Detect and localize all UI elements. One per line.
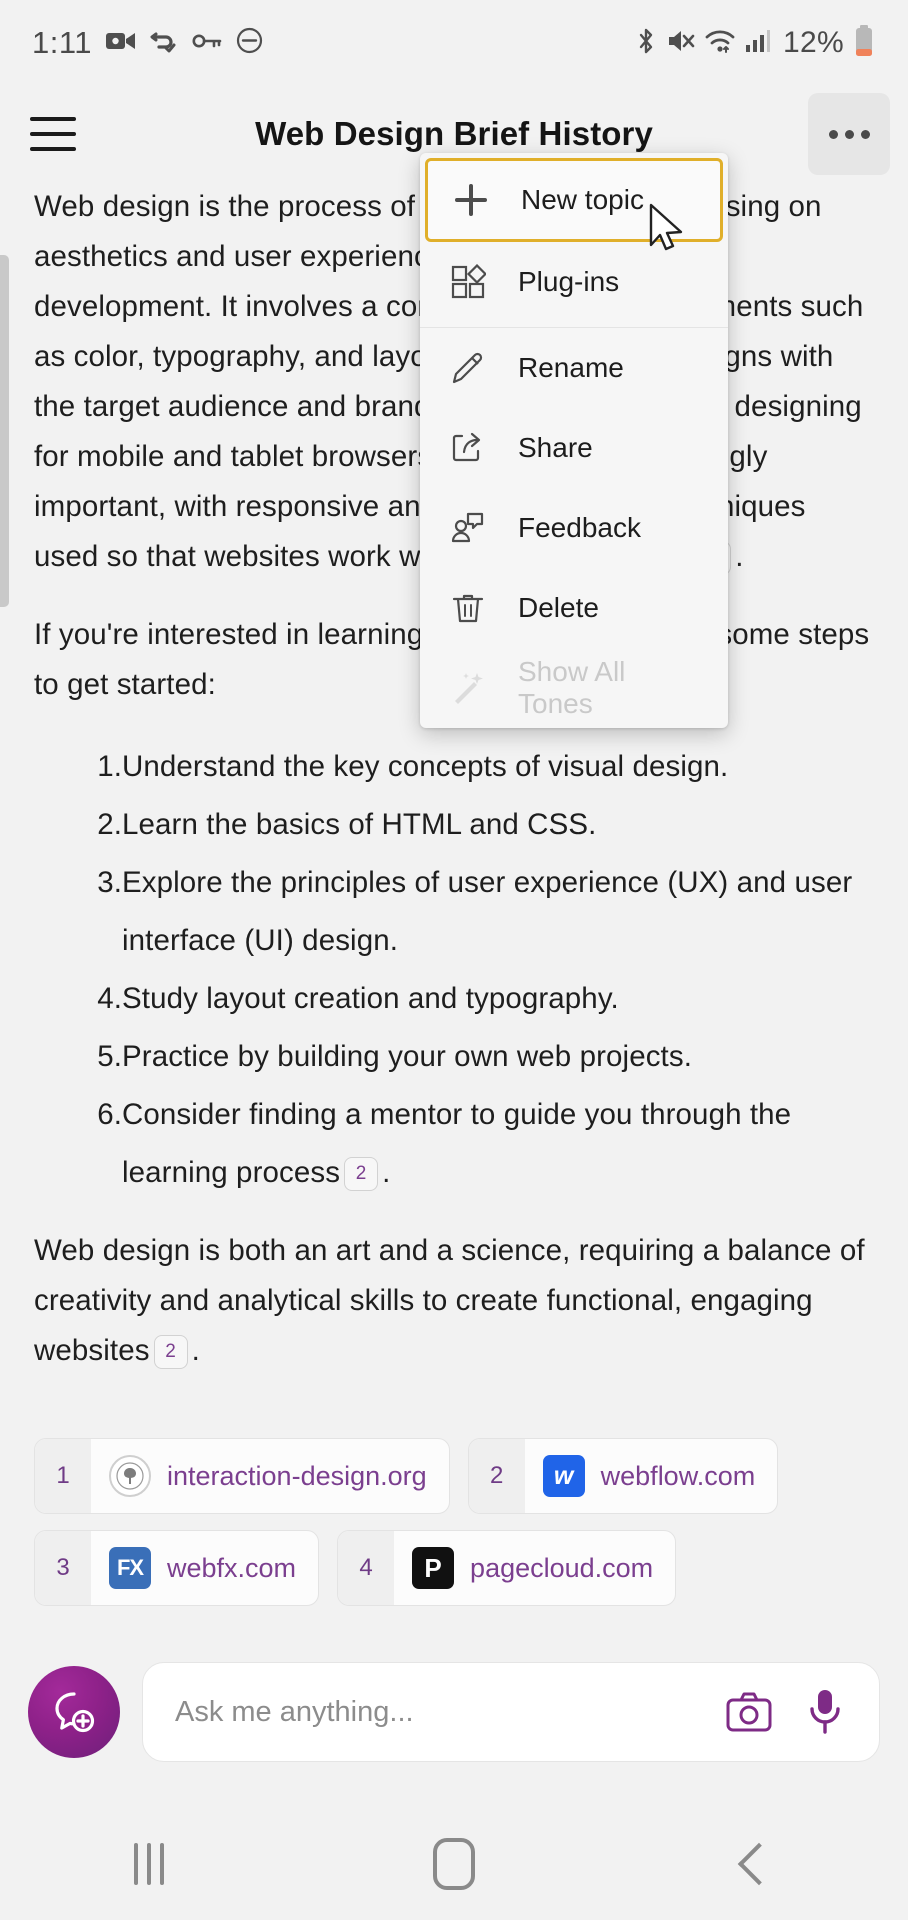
list-item: 2. Learn the basics of HTML and CSS. (34, 796, 874, 854)
list-item-text: Study layout creation and typography. (122, 982, 619, 1015)
sources-list: 1 interaction-design.org 2 w webflow.com… (34, 1438, 874, 1606)
pencil-icon (444, 344, 492, 392)
list-item-text: Explore the principles of user experienc… (122, 866, 853, 957)
system-nav-bar (0, 1808, 908, 1920)
feedback-icon (444, 504, 492, 552)
menu-item-label: Feedback (518, 512, 641, 543)
list-item: 5. Practice by building your own web pro… (34, 1028, 874, 1086)
cellular-signal-icon (745, 29, 771, 58)
list-item-number: 6. (97, 1098, 122, 1131)
list-item-number: 3. (97, 866, 122, 899)
tree-seal-icon (109, 1455, 151, 1497)
list-item-number: 2. (97, 808, 122, 841)
recents-icon[interactable] (134, 1843, 165, 1885)
menu-item-feedback[interactable]: Feedback (420, 488, 728, 568)
mouse-cursor (648, 203, 688, 262)
menu-item-label: Plug-ins (518, 266, 620, 297)
home-icon[interactable] (432, 1838, 475, 1890)
source-chip[interactable]: 2 w webflow.com (467, 1438, 779, 1514)
status-time: 1:11 (32, 25, 93, 60)
magic-wand-icon (444, 664, 492, 712)
dnd-icon (236, 27, 263, 59)
menu-item-label: Delete (518, 592, 599, 623)
menu-item-share[interactable]: Share (420, 408, 728, 488)
citation-badge[interactable]: 2 (344, 1157, 379, 1191)
key-icon (192, 32, 222, 55)
source-label: webfx.com (167, 1552, 297, 1583)
menu-item-label: New topic (521, 184, 644, 215)
plus-icon (447, 176, 495, 224)
list-item-text: Learn the basics of HTML and CSS. (122, 808, 597, 841)
menu-item-label: Show All Tones (518, 656, 626, 719)
camcorder-icon (106, 30, 136, 57)
back-icon[interactable] (737, 1842, 780, 1886)
source-chip[interactable]: 4 P pagecloud.com (337, 1530, 677, 1606)
list-item-number: 5. (97, 1040, 122, 1073)
menu-item-show-all-tones: Show All Tones (420, 648, 728, 728)
source-number: 1 (35, 1439, 91, 1513)
menu-item-delete[interactable]: Delete (420, 568, 728, 648)
source-body: FX webfx.com (91, 1531, 318, 1605)
new-chat-bubble-plus-icon[interactable] (28, 1666, 120, 1758)
battery-percent: 12% (783, 26, 844, 59)
pagecloud-icon: P (412, 1547, 455, 1589)
source-body: P pagecloud.com (394, 1531, 675, 1605)
mute-icon (667, 28, 695, 59)
source-body: w webflow.com (525, 1439, 778, 1513)
ask-input-wrapper[interactable] (142, 1662, 880, 1762)
webfx-icon: FX (109, 1547, 151, 1589)
wifi-icon (705, 28, 735, 59)
paragraph-3: Web design is both an art and a science,… (34, 1234, 865, 1369)
list-item: 1. Understand the key concepts of visual… (34, 738, 874, 796)
source-label: webflow.com (600, 1460, 756, 1491)
list-item-text: Understand the key concepts of visual de… (122, 750, 729, 783)
menu-item-label: Rename (518, 352, 624, 383)
webflow-icon: w (542, 1455, 585, 1497)
share-icon (444, 424, 492, 472)
microphone-icon[interactable] (797, 1684, 853, 1740)
vpn-key-sync-icon (150, 29, 178, 58)
search-input[interactable] (175, 1695, 701, 1729)
list-item-text: Practice by building your own web projec… (122, 1040, 692, 1073)
phone-screen: 1:11 12% Web Design Brief History Web de… (0, 0, 908, 1920)
source-label: pagecloud.com (470, 1552, 654, 1583)
trash-icon (444, 584, 492, 632)
source-number: 4 (338, 1531, 395, 1605)
list-item-text: Consider finding a mentor to guide you t… (122, 1098, 792, 1189)
plugins-icon (444, 258, 492, 306)
source-body: interaction-design.org (91, 1439, 449, 1513)
list-item-number: 1. (97, 750, 122, 783)
more-options-icon[interactable] (808, 93, 890, 175)
source-chip[interactable]: 3 FX webfx.com (34, 1530, 320, 1606)
list-item: 3. Explore the principles of user experi… (34, 854, 874, 970)
list-item-number: 4. (97, 982, 122, 1015)
menu-item-label: Share (518, 432, 593, 463)
camera-icon[interactable] (721, 1684, 777, 1740)
source-number: 2 (468, 1439, 525, 1513)
source-chip[interactable]: 1 interaction-design.org (34, 1438, 450, 1514)
list-item: 4. Study layout creation and typography. (34, 970, 874, 1028)
status-bar: 1:11 12% (0, 0, 908, 86)
list-item: 6. Consider finding a mentor to guide yo… (34, 1086, 874, 1202)
bluetooth-icon (635, 27, 657, 60)
composer-bar (0, 1637, 908, 1787)
source-label: interaction-design.org (167, 1460, 427, 1491)
page-title: Web Design Brief History (255, 115, 653, 152)
status-bar-right: 12% (635, 24, 874, 62)
source-number: 3 (35, 1531, 91, 1605)
steps-list: 1. Understand the key concepts of visual… (34, 738, 874, 1202)
citation-badge[interactable]: 2 (153, 1335, 188, 1369)
status-bar-left: 1:11 (32, 25, 263, 61)
menu-item-rename[interactable]: Rename (420, 328, 728, 408)
battery-icon (854, 24, 874, 62)
